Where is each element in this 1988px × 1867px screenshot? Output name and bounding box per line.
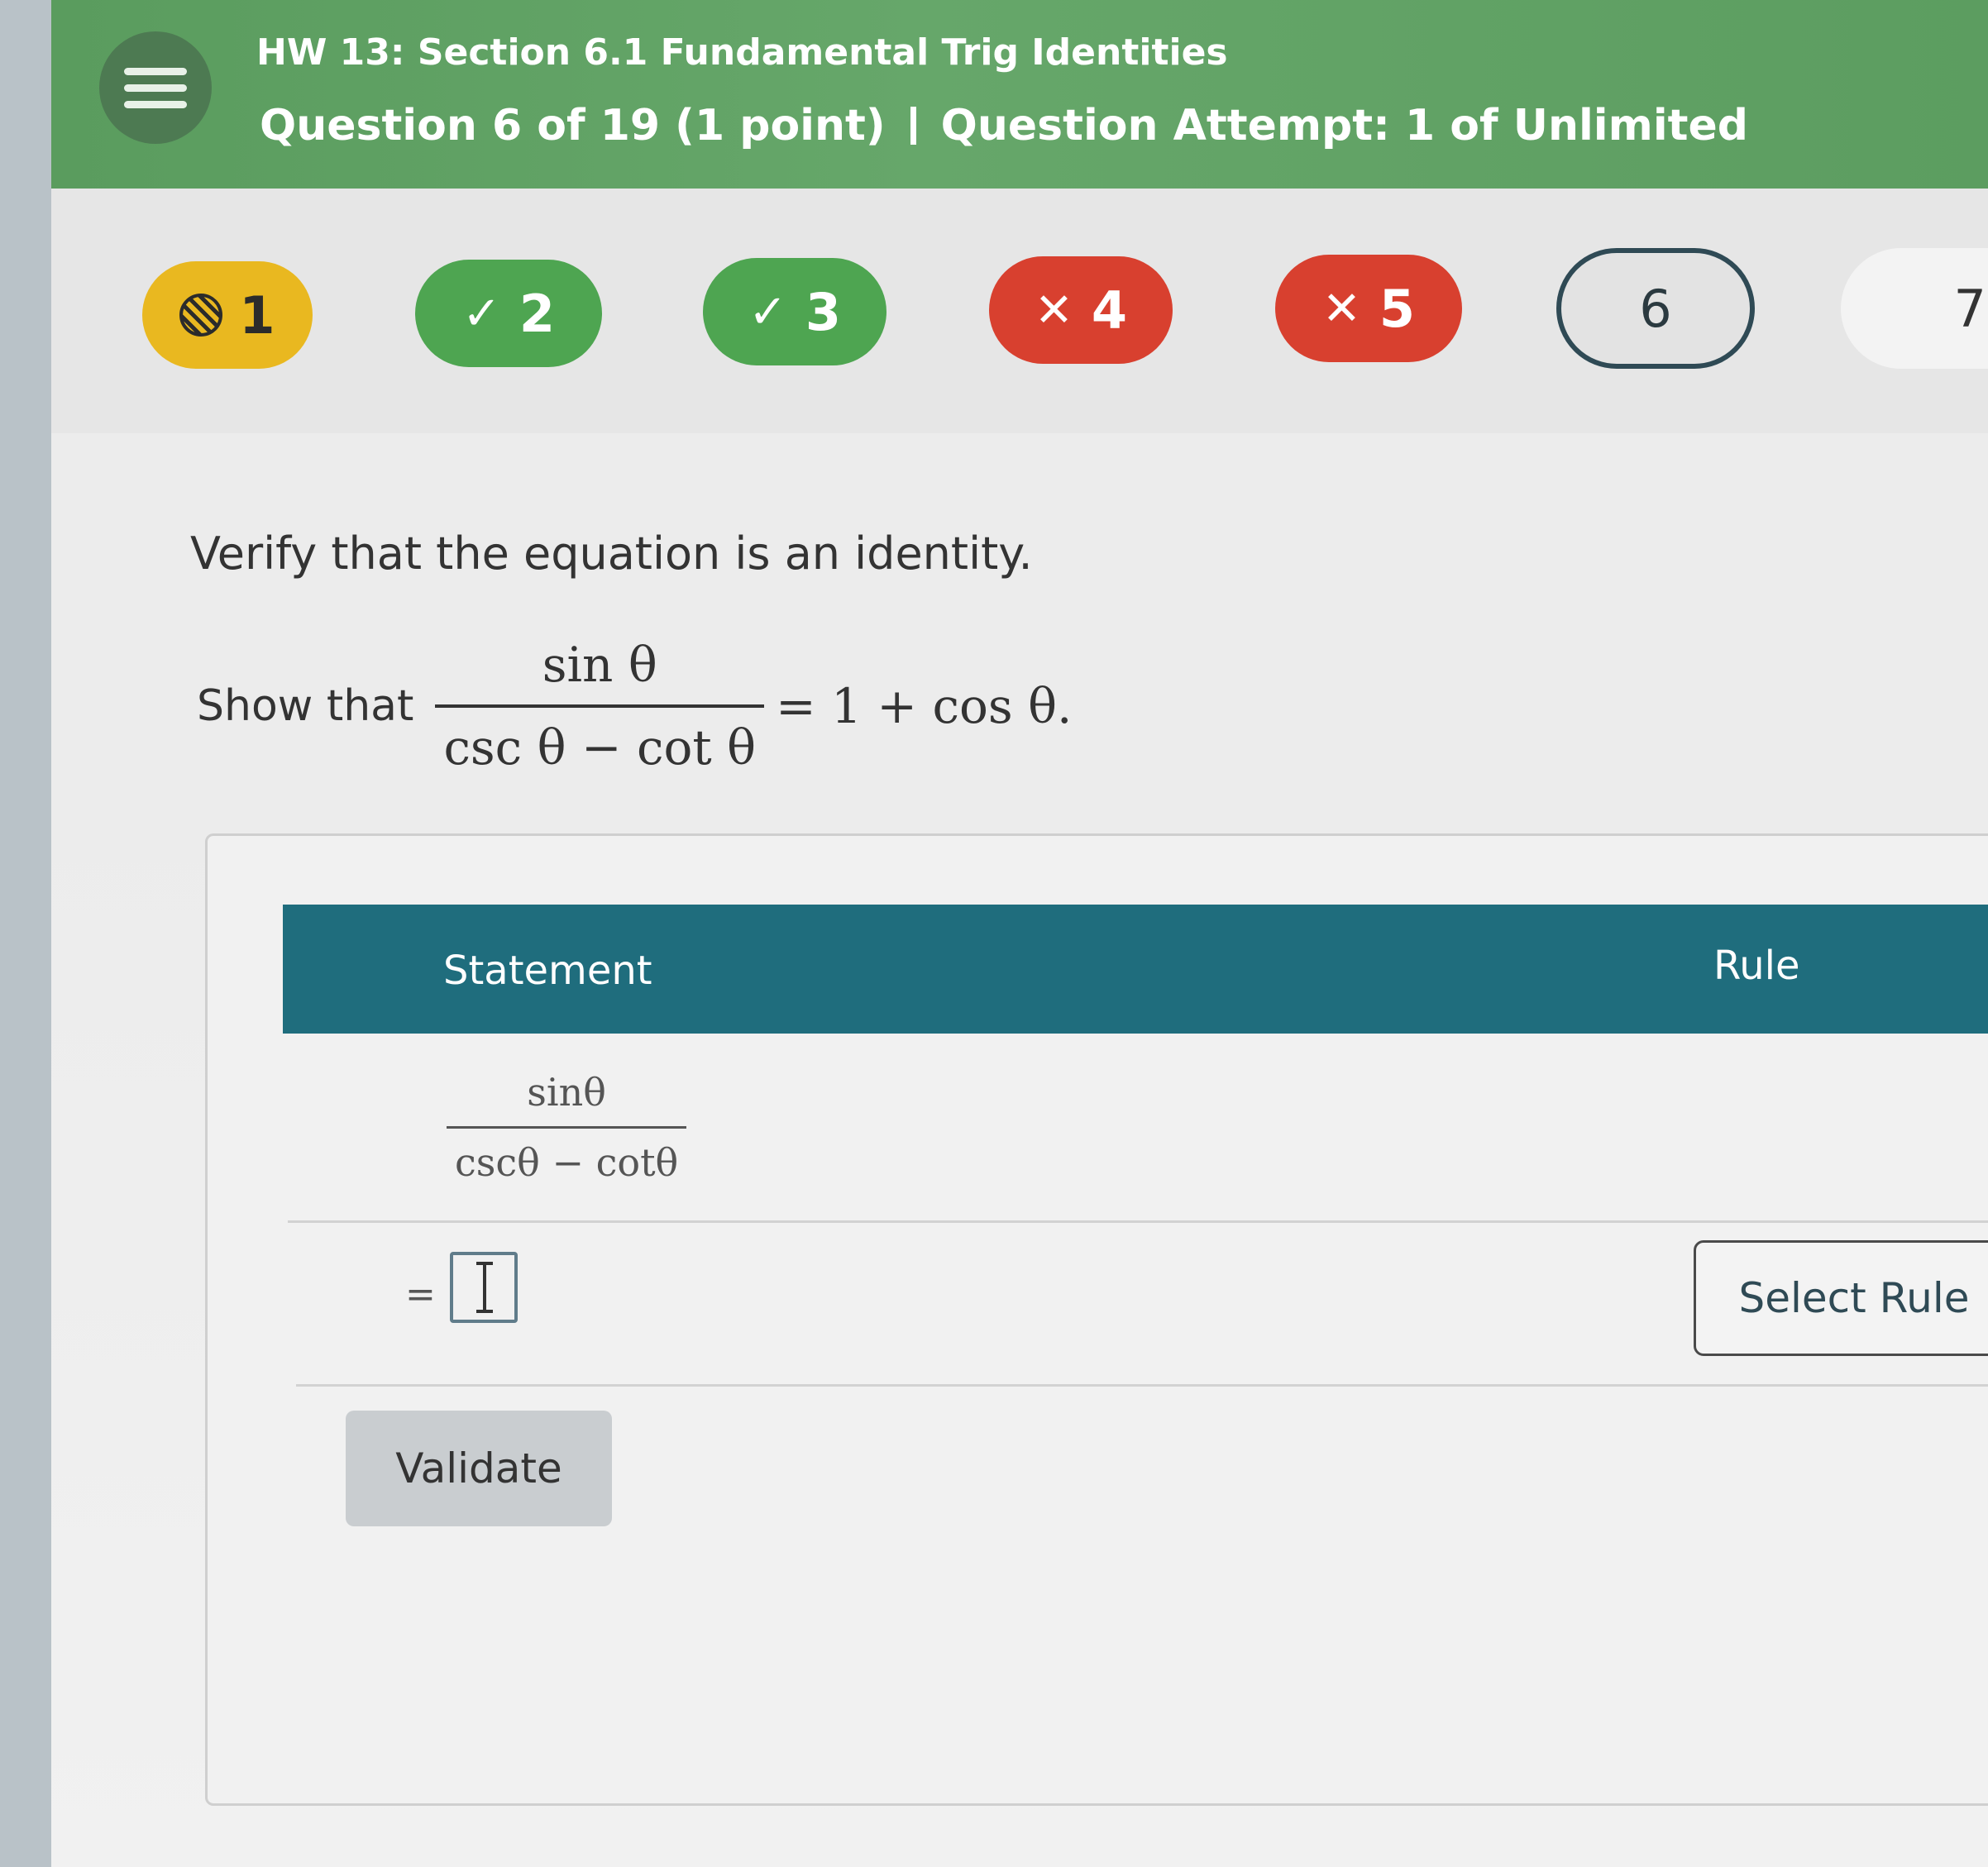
question-pill-label: 2 [519,283,556,344]
question-navigation: 1 ✓ 2 ✓ 3 ✕ 4 ✕ 5 6 7 [51,189,1988,433]
proof-table-header: Statement Rule [283,905,1988,1034]
question-pill-2[interactable]: ✓ 2 [415,260,602,367]
menu-icon-bar [124,101,187,108]
statement-column-header: Statement [443,948,652,994]
rule-column-header: Rule [1713,943,1800,989]
validate-button[interactable]: Validate [346,1411,612,1526]
show-that-label: Show that [197,681,414,731]
equation-rhs: = 1 + cos θ. [776,678,1073,734]
starting-expression: sinθ cscθ − cotθ [447,1070,687,1185]
striped-circle-icon [179,294,223,337]
menu-icon [124,68,187,75]
question-pill-label: 7 [1953,278,1986,339]
check-icon: ✓ [461,286,501,341]
question-pill-label: 6 [1639,278,1672,339]
check-icon: ✓ [748,284,787,339]
equals-sign: = [405,1273,436,1315]
question-pill-1[interactable]: 1 [142,261,313,369]
question-pill-label: 3 [805,281,842,342]
assignment-title: HW 13: Section 6.1 Fundamental Trig Iden… [256,31,1228,74]
question-pill-label: 4 [1091,279,1128,341]
menu-icon-bar [124,84,187,92]
app-screen: HW 13: Section 6.1 Fundamental Trig Iden… [51,0,1988,1867]
select-rule-button[interactable]: Select Rule [1694,1240,1988,1356]
equation-denominator: csc θ − cot θ [443,719,757,776]
question-pill-label: 1 [239,284,275,346]
problem-prompt: Verify that the equation is an identity. [190,528,1033,580]
question-counter: Question 6 of 19 (1 point) [260,101,886,150]
question-pill-7[interactable]: 7 [1841,248,1988,369]
question-pill-6[interactable]: 6 [1556,248,1755,369]
problem-equation: Show that sin θ csc θ − cot θ = 1 + cos … [197,637,1072,776]
table-row: = Select Rule [296,1222,1988,1387]
equation-fraction: sin θ csc θ − cot θ [435,637,765,776]
expression-numerator: sinθ [527,1070,606,1115]
expression-denominator: cscθ − cotθ [455,1140,679,1185]
table-row: sinθ cscθ − cotθ [288,1034,1988,1223]
divider [910,107,916,145]
statement-input[interactable] [450,1252,518,1323]
question-pill-3[interactable]: ✓ 3 [703,258,886,365]
text-cursor-icon [476,1262,493,1313]
x-icon: ✕ [1321,281,1361,336]
question-pill-4[interactable]: ✕ 4 [989,256,1173,364]
menu-button[interactable] [99,31,212,144]
assignment-header: HW 13: Section 6.1 Fundamental Trig Iden… [51,0,1988,189]
x-icon: ✕ [1034,283,1073,337]
attempt-counter: Question Attempt: 1 of Unlimited [940,101,1748,150]
question-pill-label: 5 [1379,278,1416,339]
equation-numerator: sin θ [542,637,657,693]
question-pill-5[interactable]: ✕ 5 [1275,255,1462,362]
question-info: Question 6 of 19 (1 point) Question Atte… [260,101,1748,150]
